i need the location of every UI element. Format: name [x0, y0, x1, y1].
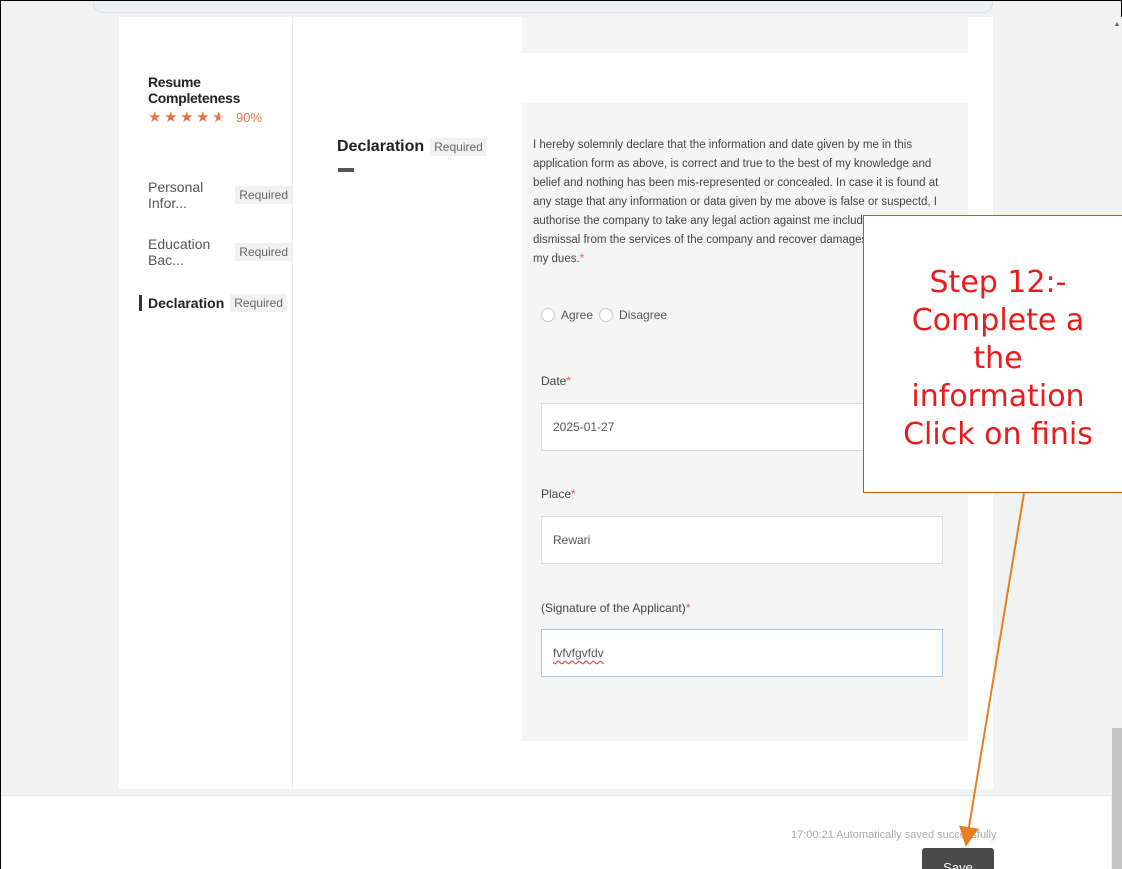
section-underline — [338, 168, 354, 172]
signature-label: (Signature of the Applicant)* — [541, 601, 690, 615]
scrollbar-thumb[interactable] — [1112, 728, 1122, 869]
rating-stars: ★ ★ ★ ★ ★ — [148, 110, 228, 125]
save-button[interactable]: Save — [922, 848, 994, 869]
active-indicator — [139, 295, 142, 311]
sidebar-item-education-background[interactable]: Education Bac... Required — [148, 236, 292, 268]
required-mark: * — [579, 253, 585, 265]
sidebar: Resume Completeness ★ ★ ★ ★ ★ 90% Person… — [119, 17, 293, 789]
section-title: Declaration — [337, 138, 425, 155]
star-icon: ★ — [148, 109, 162, 126]
footer-bar: 17:00:21 Automatically saved successfull… — [1, 795, 1111, 869]
required-tag: Required — [235, 243, 292, 261]
place-label-text: Place — [541, 487, 572, 501]
date-label: Date* — [541, 374, 571, 388]
star-icon: ★ — [196, 109, 210, 126]
required-tag: Required — [430, 138, 487, 156]
instruction-callout: Step 12:- Complete a the information Cli… — [863, 215, 1122, 493]
sidebar-item-label: Education Bac... — [148, 236, 211, 268]
signature-value: fvfvfgvfdv — [553, 646, 604, 660]
resume-completeness-title: Resume Completeness — [148, 74, 241, 106]
agree-radio[interactable] — [541, 308, 555, 322]
star-icon: ★ — [164, 109, 178, 126]
completeness-rating: ★ ★ ★ ★ ★ 90% — [148, 110, 262, 125]
callout-line: information — [911, 379, 1085, 414]
place-label: Place* — [541, 487, 576, 501]
callout-line: the — [973, 341, 1023, 376]
signature-field[interactable]: fvfvfgvfdv — [541, 629, 943, 677]
half-star-icon: ★ — [212, 110, 228, 125]
required-mark: * — [566, 374, 572, 388]
completeness-percent: 90% — [236, 110, 263, 125]
resume-form-card: Resume Completeness ★ ★ ★ ★ ★ 90% Person… — [119, 17, 993, 789]
scroll-up-icon[interactable]: ▲ — [1111, 21, 1122, 35]
place-value: Rewari — [553, 533, 591, 547]
agree-label[interactable]: Agree — [561, 308, 593, 322]
signature-label-text: (Signature of the Applicant) — [541, 601, 686, 615]
callout-line: Complete a — [911, 303, 1085, 338]
sidebar-item-label: Declaration — [148, 295, 225, 311]
sidebar-item-label: Personal Infor... — [148, 179, 204, 211]
star-icon: ★ — [180, 109, 194, 126]
required-mark: * — [571, 487, 576, 501]
disagree-label[interactable]: Disagree — [619, 308, 667, 322]
autosave-status: 17:00:21 Automatically saved successfull… — [791, 829, 997, 841]
section-heading: Declaration Required — [337, 138, 487, 156]
agreement-radio-group: Agree Disagree — [541, 308, 673, 322]
date-label-text: Date — [541, 374, 567, 388]
browser-top-bar — [93, 1, 993, 13]
sidebar-item-declaration[interactable]: Declaration Required — [139, 294, 287, 312]
required-mark: * — [685, 601, 691, 615]
previous-section-panel — [522, 17, 968, 53]
sidebar-item-personal-info[interactable]: Personal Infor... Required — [148, 179, 292, 211]
disagree-radio[interactable] — [599, 308, 614, 322]
required-tag: Required — [235, 186, 292, 204]
required-tag: Required — [230, 294, 287, 312]
place-field[interactable]: Rewari — [541, 516, 943, 564]
callout-line: Click on finis — [903, 417, 1093, 452]
callout-line: Step 12:- — [929, 265, 1067, 300]
date-value: 2025-01-27 — [553, 420, 615, 434]
